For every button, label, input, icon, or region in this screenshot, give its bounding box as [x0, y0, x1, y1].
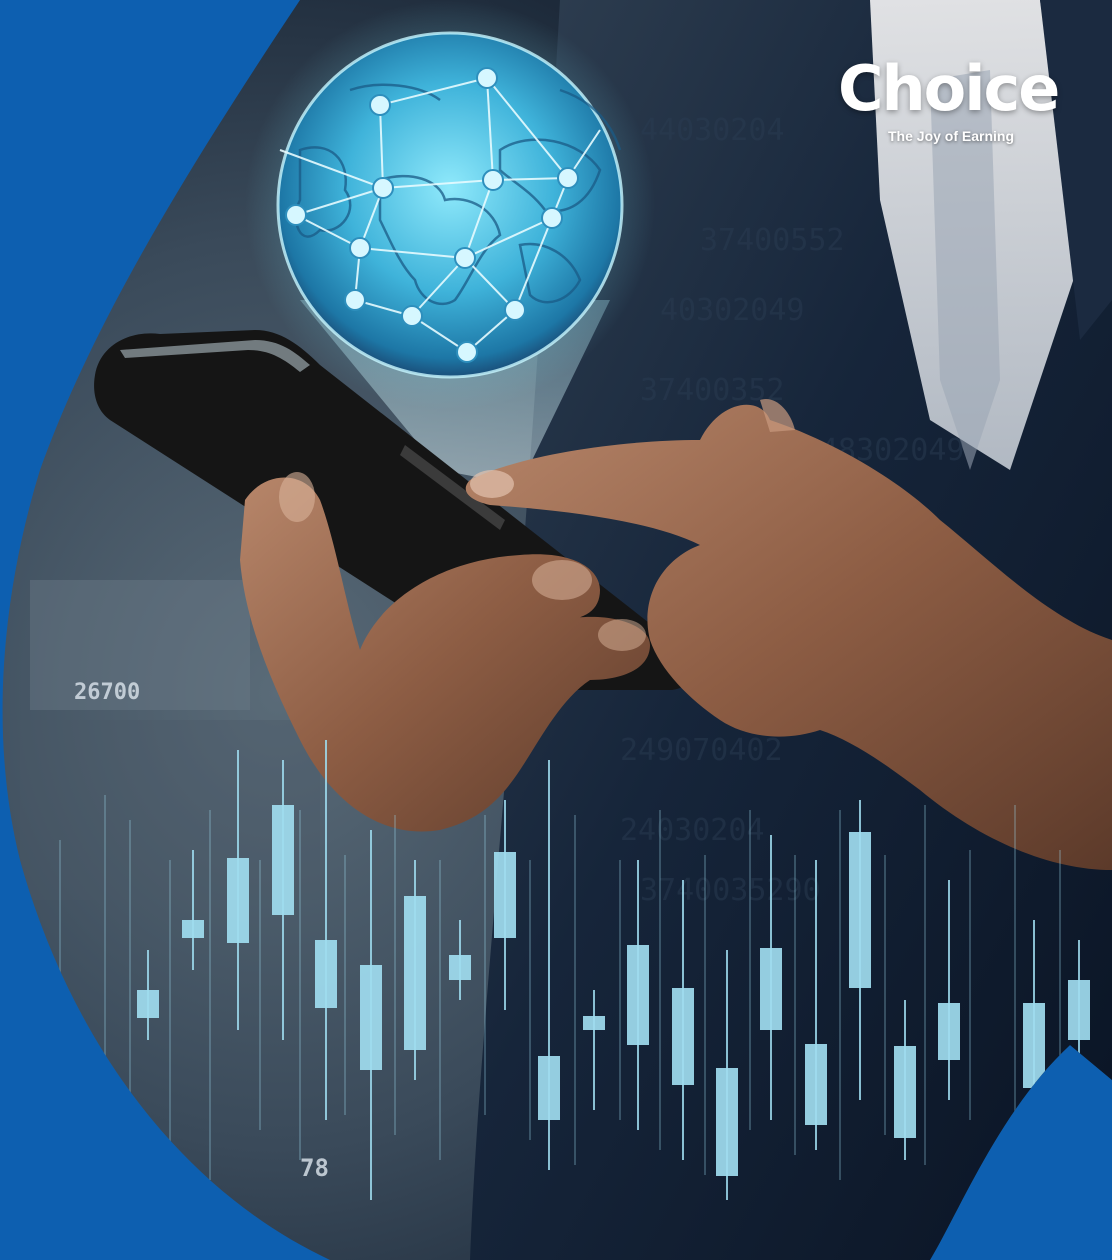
candle-body — [805, 1044, 827, 1125]
candle-body — [627, 945, 649, 1045]
candle-body — [182, 920, 204, 938]
candle-body — [894, 1046, 916, 1138]
svg-text:40302049: 40302049 — [660, 293, 805, 328]
candle-body — [1068, 980, 1090, 1040]
ticker-bottom-label: 78 — [300, 1154, 329, 1182]
candle-body — [938, 1003, 960, 1060]
candle-body — [672, 988, 694, 1085]
candle-body — [272, 805, 294, 915]
ticker-top-label: 26700 — [74, 680, 140, 705]
hero-image: 44030204 37400552 40302049 37400352 4830… — [0, 0, 1112, 1260]
candle-body — [360, 965, 382, 1070]
candle-body — [760, 948, 782, 1030]
brand-tagline: The Joy of Earning — [888, 128, 1015, 144]
brand-logo: Choice The Joy of Earning — [838, 56, 1068, 156]
svg-text:249070402: 249070402 — [620, 733, 783, 768]
candle-body — [227, 858, 249, 943]
candle-body — [538, 1056, 560, 1120]
svg-text:44030204: 44030204 — [640, 113, 785, 148]
candle-body — [849, 832, 871, 988]
candle-body — [315, 940, 337, 1008]
candle-body — [583, 1016, 605, 1030]
candle-body — [716, 1068, 738, 1176]
candle-body — [137, 990, 159, 1018]
svg-text:24030204: 24030204 — [620, 813, 765, 848]
svg-text:3740035290: 3740035290 — [640, 873, 821, 908]
brand-name: Choice — [838, 52, 1060, 125]
hero-photo-illustration: 44030204 37400552 40302049 37400352 4830… — [0, 0, 1112, 1260]
candle-body — [449, 955, 471, 980]
candle-body — [494, 852, 516, 938]
globe-network-icon — [245, 0, 655, 410]
candle-body — [404, 896, 426, 1050]
svg-text:37400552: 37400552 — [700, 223, 845, 258]
